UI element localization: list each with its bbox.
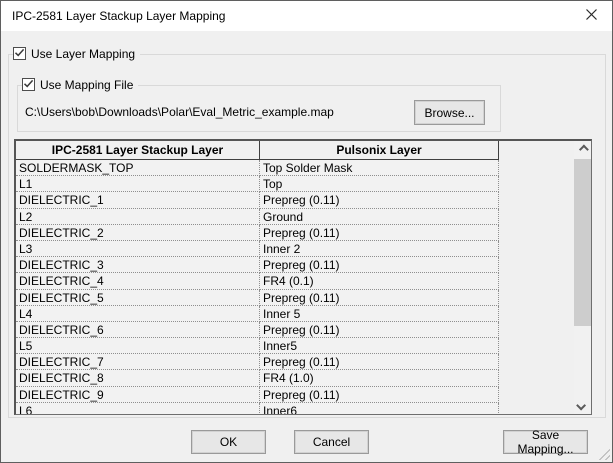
use-layer-mapping-checkbox-row[interactable]: Use Layer Mapping <box>13 46 140 61</box>
row-filler <box>499 403 574 414</box>
scroll-down-button[interactable] <box>574 397 591 414</box>
cell-pulsonix-layer[interactable]: Inner 2 <box>260 241 499 257</box>
row-filler <box>499 338 574 354</box>
cell-ipc-layer[interactable]: DIELECTRIC_7 <box>16 354 260 370</box>
row-filler <box>499 176 574 192</box>
table-row[interactable]: DIELECTRIC_7Prepreg (0.11) <box>16 354 574 370</box>
row-filler <box>499 241 574 257</box>
row-filler <box>499 273 574 289</box>
row-filler <box>499 225 574 241</box>
table-row[interactable]: DIELECTRIC_5Prepreg (0.11) <box>16 290 574 306</box>
cell-pulsonix-layer[interactable]: Prepreg (0.11) <box>260 257 499 273</box>
cell-ipc-layer[interactable]: L4 <box>16 306 260 322</box>
use-layer-mapping-label: Use Layer Mapping <box>31 47 135 61</box>
close-button[interactable] <box>570 1 612 30</box>
table-row[interactable]: L2Ground <box>16 209 574 225</box>
dialog-window: IPC-2581 Layer Stackup Layer Mapping Use… <box>0 0 613 463</box>
row-filler <box>499 257 574 273</box>
cell-ipc-layer[interactable]: DIELECTRIC_3 <box>16 257 260 273</box>
scroll-up-button[interactable] <box>574 141 591 158</box>
browse-button[interactable]: Browse... <box>414 100 485 125</box>
table-row[interactable]: DIELECTRIC_6Prepreg (0.11) <box>16 322 574 338</box>
cell-pulsonix-layer[interactable]: Prepreg (0.11) <box>260 192 499 208</box>
cell-pulsonix-layer[interactable]: Inner6 <box>260 403 499 414</box>
mapping-file-path: C:\Users\bob\Downloads\Polar\Eval_Metric… <box>25 105 334 119</box>
chevron-up-icon <box>579 145 589 155</box>
table-row[interactable]: DIELECTRIC_3Prepreg (0.11) <box>16 257 574 273</box>
use-layer-mapping-checkbox[interactable] <box>13 47 26 60</box>
table-row[interactable]: SOLDERMASK_TOPTop Solder Mask <box>16 160 574 176</box>
cell-ipc-layer[interactable]: DIELECTRIC_2 <box>16 225 260 241</box>
row-filler <box>499 209 574 225</box>
cell-pulsonix-layer[interactable]: FR4 (1.0) <box>260 370 499 386</box>
row-filler <box>499 354 574 370</box>
cell-ipc-layer[interactable]: SOLDERMASK_TOP <box>16 160 260 176</box>
cell-pulsonix-layer[interactable]: Prepreg (0.11) <box>260 225 499 241</box>
row-filler <box>499 322 574 338</box>
table-row[interactable]: L3Inner 2 <box>16 241 574 257</box>
vertical-scrollbar[interactable] <box>574 141 591 414</box>
cell-ipc-layer[interactable]: DIELECTRIC_8 <box>16 370 260 386</box>
cell-ipc-layer[interactable]: DIELECTRIC_1 <box>16 192 260 208</box>
use-mapping-file-label: Use Mapping File <box>40 78 133 92</box>
row-filler <box>499 387 574 403</box>
cell-ipc-layer[interactable]: L3 <box>16 241 260 257</box>
table-row[interactable]: DIELECTRIC_1Prepreg (0.11) <box>16 192 574 208</box>
table-row[interactable]: L5Inner5 <box>16 338 574 354</box>
row-filler <box>499 306 574 322</box>
table-row[interactable]: DIELECTRIC_8FR4 (1.0) <box>16 370 574 386</box>
cell-ipc-layer[interactable]: L6 <box>16 403 260 414</box>
checkmark-icon <box>14 47 25 61</box>
checkmark-icon <box>23 78 34 92</box>
table-header: IPC-2581 Layer Stackup Layer Pulsonix La… <box>16 141 574 160</box>
cell-ipc-layer[interactable]: L2 <box>16 209 260 225</box>
cell-pulsonix-layer[interactable]: Prepreg (0.11) <box>260 387 499 403</box>
cell-pulsonix-layer[interactable]: Ground <box>260 209 499 225</box>
row-filler <box>499 192 574 208</box>
table-row[interactable]: DIELECTRIC_2Prepreg (0.11) <box>16 225 574 241</box>
cell-pulsonix-layer[interactable]: Top <box>260 176 499 192</box>
cell-ipc-layer[interactable]: L1 <box>16 176 260 192</box>
cell-ipc-layer[interactable]: DIELECTRIC_6 <box>16 322 260 338</box>
table-row[interactable]: DIELECTRIC_9Prepreg (0.11) <box>16 387 574 403</box>
cell-ipc-layer[interactable]: L5 <box>16 338 260 354</box>
cell-pulsonix-layer[interactable]: Prepreg (0.11) <box>260 290 499 306</box>
resize-grip-icon[interactable] <box>596 446 610 460</box>
header-ipc-layer: IPC-2581 Layer Stackup Layer <box>16 141 260 160</box>
cell-pulsonix-layer[interactable]: Top Solder Mask <box>260 160 499 176</box>
cell-pulsonix-layer[interactable]: Prepreg (0.11) <box>260 322 499 338</box>
save-mapping-button[interactable]: Save Mapping... <box>503 430 588 454</box>
table-row[interactable]: L4Inner 5 <box>16 306 574 322</box>
window-title: IPC-2581 Layer Stackup Layer Mapping <box>12 9 225 23</box>
use-mapping-file-checkbox-row[interactable]: Use Mapping File <box>22 77 138 92</box>
cell-ipc-layer[interactable]: DIELECTRIC_5 <box>16 290 260 306</box>
table-row[interactable]: L6Inner6 <box>16 403 574 414</box>
header-filler <box>499 141 574 160</box>
table-row[interactable]: DIELECTRIC_4FR4 (0.1) <box>16 273 574 289</box>
scrollbar-thumb[interactable] <box>574 159 591 326</box>
cell-pulsonix-layer[interactable]: FR4 (0.1) <box>260 273 499 289</box>
use-mapping-file-checkbox[interactable] <box>22 78 35 91</box>
cell-pulsonix-layer[interactable]: Prepreg (0.11) <box>260 354 499 370</box>
close-icon <box>586 8 597 23</box>
row-filler <box>499 370 574 386</box>
cell-ipc-layer[interactable]: DIELECTRIC_9 <box>16 387 260 403</box>
ok-button[interactable]: OK <box>191 430 266 454</box>
row-filler <box>499 290 574 306</box>
row-filler <box>499 160 574 176</box>
layer-mapping-table: IPC-2581 Layer Stackup Layer Pulsonix La… <box>14 139 592 415</box>
cell-pulsonix-layer[interactable]: Inner5 <box>260 338 499 354</box>
titlebar[interactable]: IPC-2581 Layer Stackup Layer Mapping <box>1 1 612 31</box>
cell-pulsonix-layer[interactable]: Inner 5 <box>260 306 499 322</box>
header-pulsonix-layer: Pulsonix Layer <box>260 141 499 160</box>
table-row[interactable]: L1Top <box>16 176 574 192</box>
cancel-button[interactable]: Cancel <box>294 430 369 454</box>
cell-ipc-layer[interactable]: DIELECTRIC_4 <box>16 273 260 289</box>
chevron-down-icon <box>576 401 586 411</box>
table-body: SOLDERMASK_TOPTop Solder MaskL1TopDIELEC… <box>16 160 574 414</box>
